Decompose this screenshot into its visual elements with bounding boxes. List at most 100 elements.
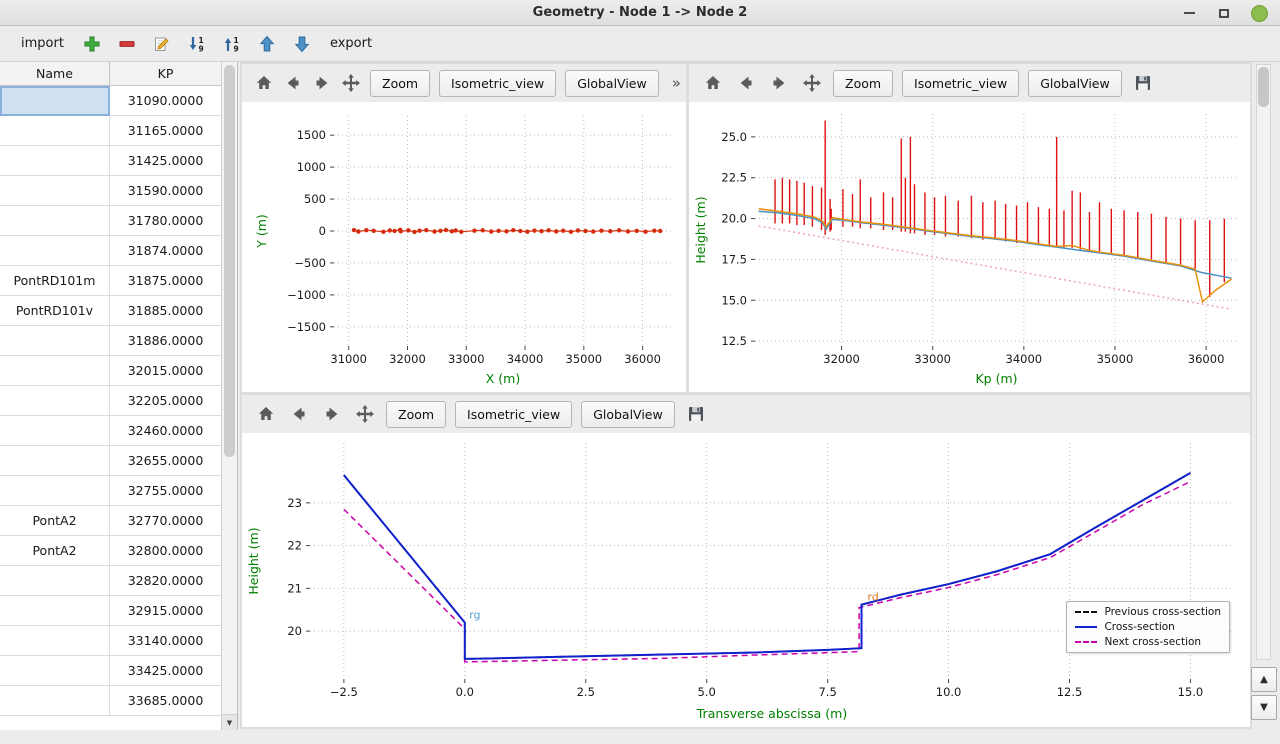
forward-button[interactable] [320,402,344,426]
kp-cell[interactable]: 33425.0000 [110,656,222,686]
zoom-button[interactable]: Zoom [370,70,430,97]
isometric-view-button[interactable]: Isometric_view [902,70,1019,97]
save-icon [686,404,706,424]
globalview-button[interactable]: GlobalView [1028,70,1122,97]
cross-section-chart[interactable]: −2.50.02.55.07.510.012.515.020212223rgrd… [242,433,1250,727]
forward-button[interactable] [767,71,791,95]
name-cell[interactable] [0,356,110,386]
kp-cell[interactable]: 32205.0000 [110,386,222,416]
pan-button[interactable] [353,402,377,426]
zoom-button[interactable]: Zoom [386,401,446,428]
table-scrollbar[interactable]: ▼ [221,62,237,730]
minimize-icon [1184,12,1195,14]
kp-cell[interactable]: 32820.0000 [110,566,222,596]
name-cell[interactable] [0,566,110,596]
kp-cell[interactable]: 33140.0000 [110,626,222,656]
back-button[interactable] [734,71,758,95]
name-cell[interactable]: PontA2 [0,536,110,566]
isometric-view-button[interactable]: Isometric_view [455,401,572,428]
name-cell[interactable] [0,446,110,476]
window-scrollbar[interactable] [1256,64,1271,660]
kp-cell[interactable]: 31590.0000 [110,176,222,206]
name-cell[interactable] [0,326,110,356]
titlebar[interactable]: Geometry - Node 1 -> Node 2 [0,0,1280,26]
window-scrollbar-thumb[interactable] [1258,67,1269,107]
scroll-down-button[interactable]: ▼ [1251,695,1277,720]
sort-ascending-button[interactable]: 1 9 [185,32,209,56]
name-cell[interactable] [0,116,110,146]
close-button[interactable] [1250,4,1268,22]
toolbar-overflow-button[interactable]: » [668,74,685,92]
kp-cell[interactable]: 32800.0000 [110,536,222,566]
home-button[interactable] [701,71,725,95]
name-cell[interactable] [0,86,110,116]
move-up-button[interactable] [255,32,279,56]
name-cell[interactable]: PontA2 [0,506,110,536]
scroll-up-button[interactable]: ▲ [1251,667,1277,692]
table-scroll-down-button[interactable]: ▼ [222,714,237,730]
name-cell[interactable] [0,146,110,176]
name-cell[interactable]: PontRD101v [0,296,110,326]
name-cell[interactable] [0,626,110,656]
table-header-kp[interactable]: KP [110,62,222,85]
export-button[interactable]: export [325,33,377,54]
profile-chart[interactable]: 320003300034000350003600012.515.017.520.… [689,102,1250,392]
globalview-button[interactable]: GlobalView [565,70,659,97]
table-scrollbar-thumb[interactable] [224,65,235,457]
name-cell[interactable] [0,476,110,506]
name-cell[interactable] [0,596,110,626]
svg-text:10.0: 10.0 [936,685,962,699]
kp-cell[interactable]: 31875.0000 [110,266,222,296]
svg-text:Y (m): Y (m) [254,214,269,249]
name-cell[interactable] [0,236,110,266]
kp-cell[interactable]: 31780.0000 [110,206,222,236]
sort-descending-button[interactable]: 1 9 [220,32,244,56]
kp-cell[interactable]: 31165.0000 [110,116,222,146]
svg-text:15.0: 15.0 [721,293,747,307]
forward-button[interactable] [312,71,332,95]
import-button[interactable]: import [16,33,69,54]
profile-panel: Zoom Isometric_view GlobalView 320003300… [689,64,1250,392]
svg-text:7.5: 7.5 [818,685,836,699]
name-cell[interactable] [0,206,110,236]
pan-button[interactable] [800,71,824,95]
kp-cell[interactable]: 32655.0000 [110,446,222,476]
kp-cell[interactable]: 31425.0000 [110,146,222,176]
table-header-name[interactable]: Name [0,62,110,85]
name-cell[interactable]: PontRD101m [0,266,110,296]
name-cell[interactable] [0,686,110,716]
back-button[interactable] [283,71,303,95]
edit-row-button[interactable] [150,32,174,56]
kp-cell[interactable]: 32755.0000 [110,476,222,506]
save-figure-button[interactable] [684,402,708,426]
plan-view-chart[interactable]: 310003200033000340003500036000−1500−1000… [242,102,686,392]
kp-cell[interactable]: 32915.0000 [110,596,222,626]
move-down-button[interactable] [290,32,314,56]
kp-cell[interactable]: 33685.0000 [110,686,222,716]
kp-cell[interactable]: 32770.0000 [110,506,222,536]
kp-cell[interactable]: 32015.0000 [110,356,222,386]
pan-button[interactable] [341,71,361,95]
name-cell[interactable] [0,386,110,416]
home-button[interactable] [254,402,278,426]
kp-cell[interactable]: 32460.0000 [110,416,222,446]
add-row-button[interactable] [80,32,104,56]
svg-text:12.5: 12.5 [721,334,747,348]
isometric-view-button[interactable]: Isometric_view [439,70,556,97]
kp-cell[interactable]: 31886.0000 [110,326,222,356]
kp-cell[interactable]: 31090.0000 [110,86,222,116]
save-figure-button[interactable] [1131,71,1155,95]
cross-section-panel: Zoom Isometric_view GlobalView −2.50.02.… [242,395,1250,727]
remove-row-button[interactable] [115,32,139,56]
kp-cell[interactable]: 31885.0000 [110,296,222,326]
home-button[interactable] [254,71,274,95]
kp-cell[interactable]: 31874.0000 [110,236,222,266]
minimize-button[interactable] [1180,4,1198,22]
name-cell[interactable] [0,416,110,446]
restore-button[interactable] [1215,4,1233,22]
name-cell[interactable] [0,176,110,206]
zoom-button[interactable]: Zoom [833,70,893,97]
globalview-button[interactable]: GlobalView [581,401,675,428]
back-button[interactable] [287,402,311,426]
name-cell[interactable] [0,656,110,686]
